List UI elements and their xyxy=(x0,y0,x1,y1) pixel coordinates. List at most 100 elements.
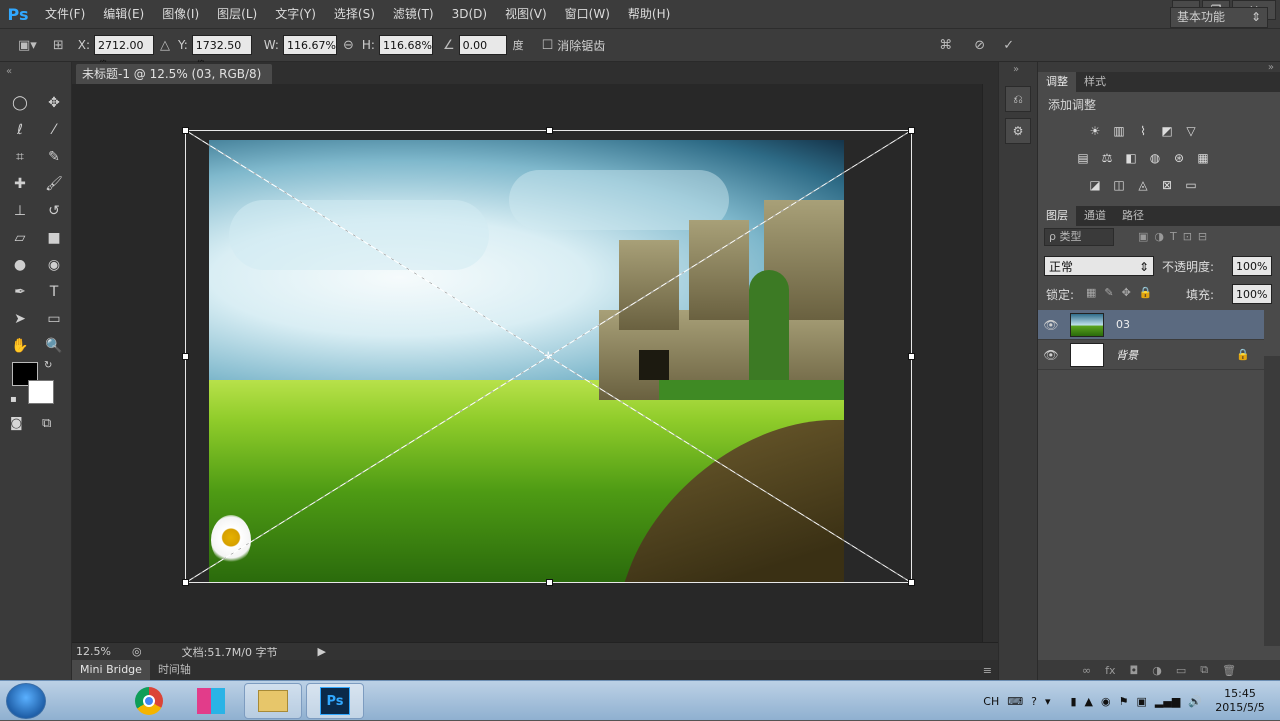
antialias-checkbox[interactable]: ☐ xyxy=(542,38,554,53)
width-field[interactable]: 116.67% xyxy=(282,35,337,55)
link-layers-icon[interactable]: ∞ xyxy=(1082,664,1091,677)
quick-select-tool-icon[interactable]: ⁄ xyxy=(40,117,68,143)
canvas-area[interactable]: ✛ xyxy=(72,84,982,642)
document-tab[interactable]: 未标题-1 @ 12.5% (03, RGB/8) × xyxy=(76,64,272,101)
shape-tool-icon[interactable]: ▭ xyxy=(40,306,68,332)
photo-filter-icon[interactable]: ◍ xyxy=(1146,149,1164,167)
status-info-icon[interactable]: ◎ xyxy=(132,645,142,658)
transform-tool-icon[interactable]: ▣▾ xyxy=(18,38,37,53)
transform-bounding-box[interactable]: ✛ xyxy=(182,127,915,586)
tab-mini-bridge[interactable]: Mini Bridge xyxy=(72,660,150,680)
cancel-transform-icon[interactable]: ⊘ xyxy=(974,38,985,53)
vertical-scrollbar[interactable] xyxy=(982,84,998,642)
layer-row[interactable]: 👁 背景 🔒 xyxy=(1038,340,1264,370)
hue-saturation-icon[interactable]: ▤ xyxy=(1074,149,1092,167)
battery-icon[interactable]: ▮ xyxy=(1070,695,1076,708)
layers-scrollbar[interactable] xyxy=(1264,356,1280,646)
tab-styles[interactable]: 样式 xyxy=(1076,72,1114,92)
collapse-icon[interactable]: « xyxy=(6,66,12,77)
panel-menu-icon[interactable]: ≡ xyxy=(983,664,992,677)
handle-top-left[interactable] xyxy=(182,127,189,134)
expand-panels-icon[interactable]: » xyxy=(1013,64,1019,75)
color-balance-icon[interactable]: ⚖ xyxy=(1098,149,1116,167)
menu-view[interactable]: 视图(V) xyxy=(496,0,556,28)
add-mask-icon[interactable]: ◘ xyxy=(1130,664,1139,677)
x-field[interactable]: 2712.00 像 xyxy=(93,35,154,72)
vibrance-icon[interactable]: ▽ xyxy=(1182,122,1200,140)
new-layer-icon[interactable]: ⧉ xyxy=(1200,663,1208,677)
channel-mixer-icon[interactable]: ⊛ xyxy=(1170,149,1188,167)
exposure-icon[interactable]: ◩ xyxy=(1158,122,1176,140)
handle-bottom[interactable] xyxy=(546,579,553,586)
pen-tool-icon[interactable]: ✒ xyxy=(6,279,34,305)
dodge-tool-icon[interactable]: ◉ xyxy=(40,252,68,278)
path-select-tool-icon[interactable]: ➤ xyxy=(6,306,34,332)
zoom-level[interactable]: 12.5% xyxy=(76,645,128,658)
threshold-icon[interactable]: ◬ xyxy=(1134,176,1152,194)
visibility-eye-icon[interactable]: 👁 xyxy=(1038,318,1064,332)
menu-select[interactable]: 选择(S) xyxy=(325,0,384,28)
quick-mask-icon[interactable]: ◙ xyxy=(10,416,23,431)
commit-transform-icon[interactable]: ✓ xyxy=(1003,38,1014,53)
menu-filter[interactable]: 滤镜(T) xyxy=(384,0,443,28)
menu-window[interactable]: 窗口(W) xyxy=(556,0,619,28)
menu-3d[interactable]: 3D(D) xyxy=(443,0,496,28)
eraser-tool-icon[interactable]: ▱ xyxy=(6,225,34,251)
move-tool-icon[interactable]: ✥ xyxy=(40,90,68,116)
layer-row[interactable]: 👁 03 xyxy=(1038,310,1264,340)
file-explorer-icon[interactable] xyxy=(244,683,302,719)
stamp-tool-icon[interactable]: ⊥ xyxy=(6,198,34,224)
relative-position-icon[interactable]: △ xyxy=(160,38,170,53)
crop-tool-icon[interactable]: ⌗ xyxy=(6,144,34,170)
y-field[interactable]: 1732.50 像 xyxy=(191,35,252,72)
network-icon[interactable]: ▂▄▆ xyxy=(1155,695,1180,708)
transform-center-point-icon[interactable]: ✛ xyxy=(544,351,552,362)
menu-help[interactable]: 帮助(H) xyxy=(619,0,679,28)
levels-icon[interactable]: ▥ xyxy=(1110,122,1128,140)
menu-type[interactable]: 文字(Y) xyxy=(266,0,325,28)
zoom-tool-icon[interactable]: 🔍 xyxy=(40,333,68,359)
type-tool-icon[interactable]: T xyxy=(40,279,68,305)
layer-filter-select[interactable]: ρ 类型 xyxy=(1044,228,1114,246)
properties-panel-icon[interactable]: ⚙ xyxy=(1005,118,1031,144)
screen-mode-icon[interactable]: ⧉ xyxy=(42,416,51,431)
tab-channels[interactable]: 通道 xyxy=(1076,206,1114,226)
workspace-select[interactable]: 基本功能 ⇕ xyxy=(1170,7,1268,28)
brush-tool-icon[interactable]: 🖌 xyxy=(40,171,68,197)
chrome-app-icon[interactable] xyxy=(120,683,178,719)
healing-tool-icon[interactable]: ✚ xyxy=(6,171,34,197)
black-white-icon[interactable]: ◧ xyxy=(1122,149,1140,167)
tab-layers[interactable]: 图层 xyxy=(1038,206,1076,226)
marquee-tool-icon[interactable]: ◯ xyxy=(6,90,34,116)
default-colors-icon[interactable]: ▪ xyxy=(10,394,17,405)
device-icon[interactable]: ▣ xyxy=(1137,695,1147,708)
menu-layer[interactable]: 图层(L) xyxy=(208,0,266,28)
flag-icon[interactable]: ⚑ xyxy=(1119,695,1129,708)
menu-edit[interactable]: 编辑(E) xyxy=(94,0,153,28)
filter-icons[interactable]: ▣◑T⊡⊟ xyxy=(1138,230,1213,243)
gradient-map-icon[interactable]: ▭ xyxy=(1182,176,1200,194)
height-field[interactable]: 116.68% xyxy=(378,35,433,55)
background-color-swatch[interactable] xyxy=(28,380,54,404)
lock-icons[interactable]: ▦✎✥🔒 xyxy=(1086,286,1161,299)
help-icon[interactable]: ? xyxy=(1031,695,1037,708)
metro-app-icon[interactable] xyxy=(182,683,240,719)
handle-top-right[interactable] xyxy=(908,127,915,134)
fx-icon[interactable]: fx xyxy=(1105,664,1115,677)
clock[interactable]: 15:45 2015/5/5 xyxy=(1210,687,1270,715)
language-indicator[interactable]: CH xyxy=(983,695,999,708)
handle-bottom-left[interactable] xyxy=(182,579,189,586)
fill-field[interactable]: 100% xyxy=(1232,284,1272,304)
show-hidden-icons[interactable]: ▲ xyxy=(1085,695,1093,708)
color-lookup-icon[interactable]: ▦ xyxy=(1194,149,1212,167)
lasso-tool-icon[interactable]: ℓ xyxy=(6,117,34,143)
start-button[interactable] xyxy=(6,683,46,719)
history-brush-tool-icon[interactable]: ↺ xyxy=(40,198,68,224)
handle-bottom-right[interactable] xyxy=(908,579,915,586)
handle-left[interactable] xyxy=(182,353,189,360)
curves-icon[interactable]: ⌇ xyxy=(1134,122,1152,140)
invert-icon[interactable]: ◪ xyxy=(1086,176,1104,194)
hand-tool-icon[interactable]: ✋ xyxy=(6,333,34,359)
history-panel-icon[interactable]: ⎌ xyxy=(1005,86,1031,112)
menu-image[interactable]: 图像(I) xyxy=(153,0,208,28)
